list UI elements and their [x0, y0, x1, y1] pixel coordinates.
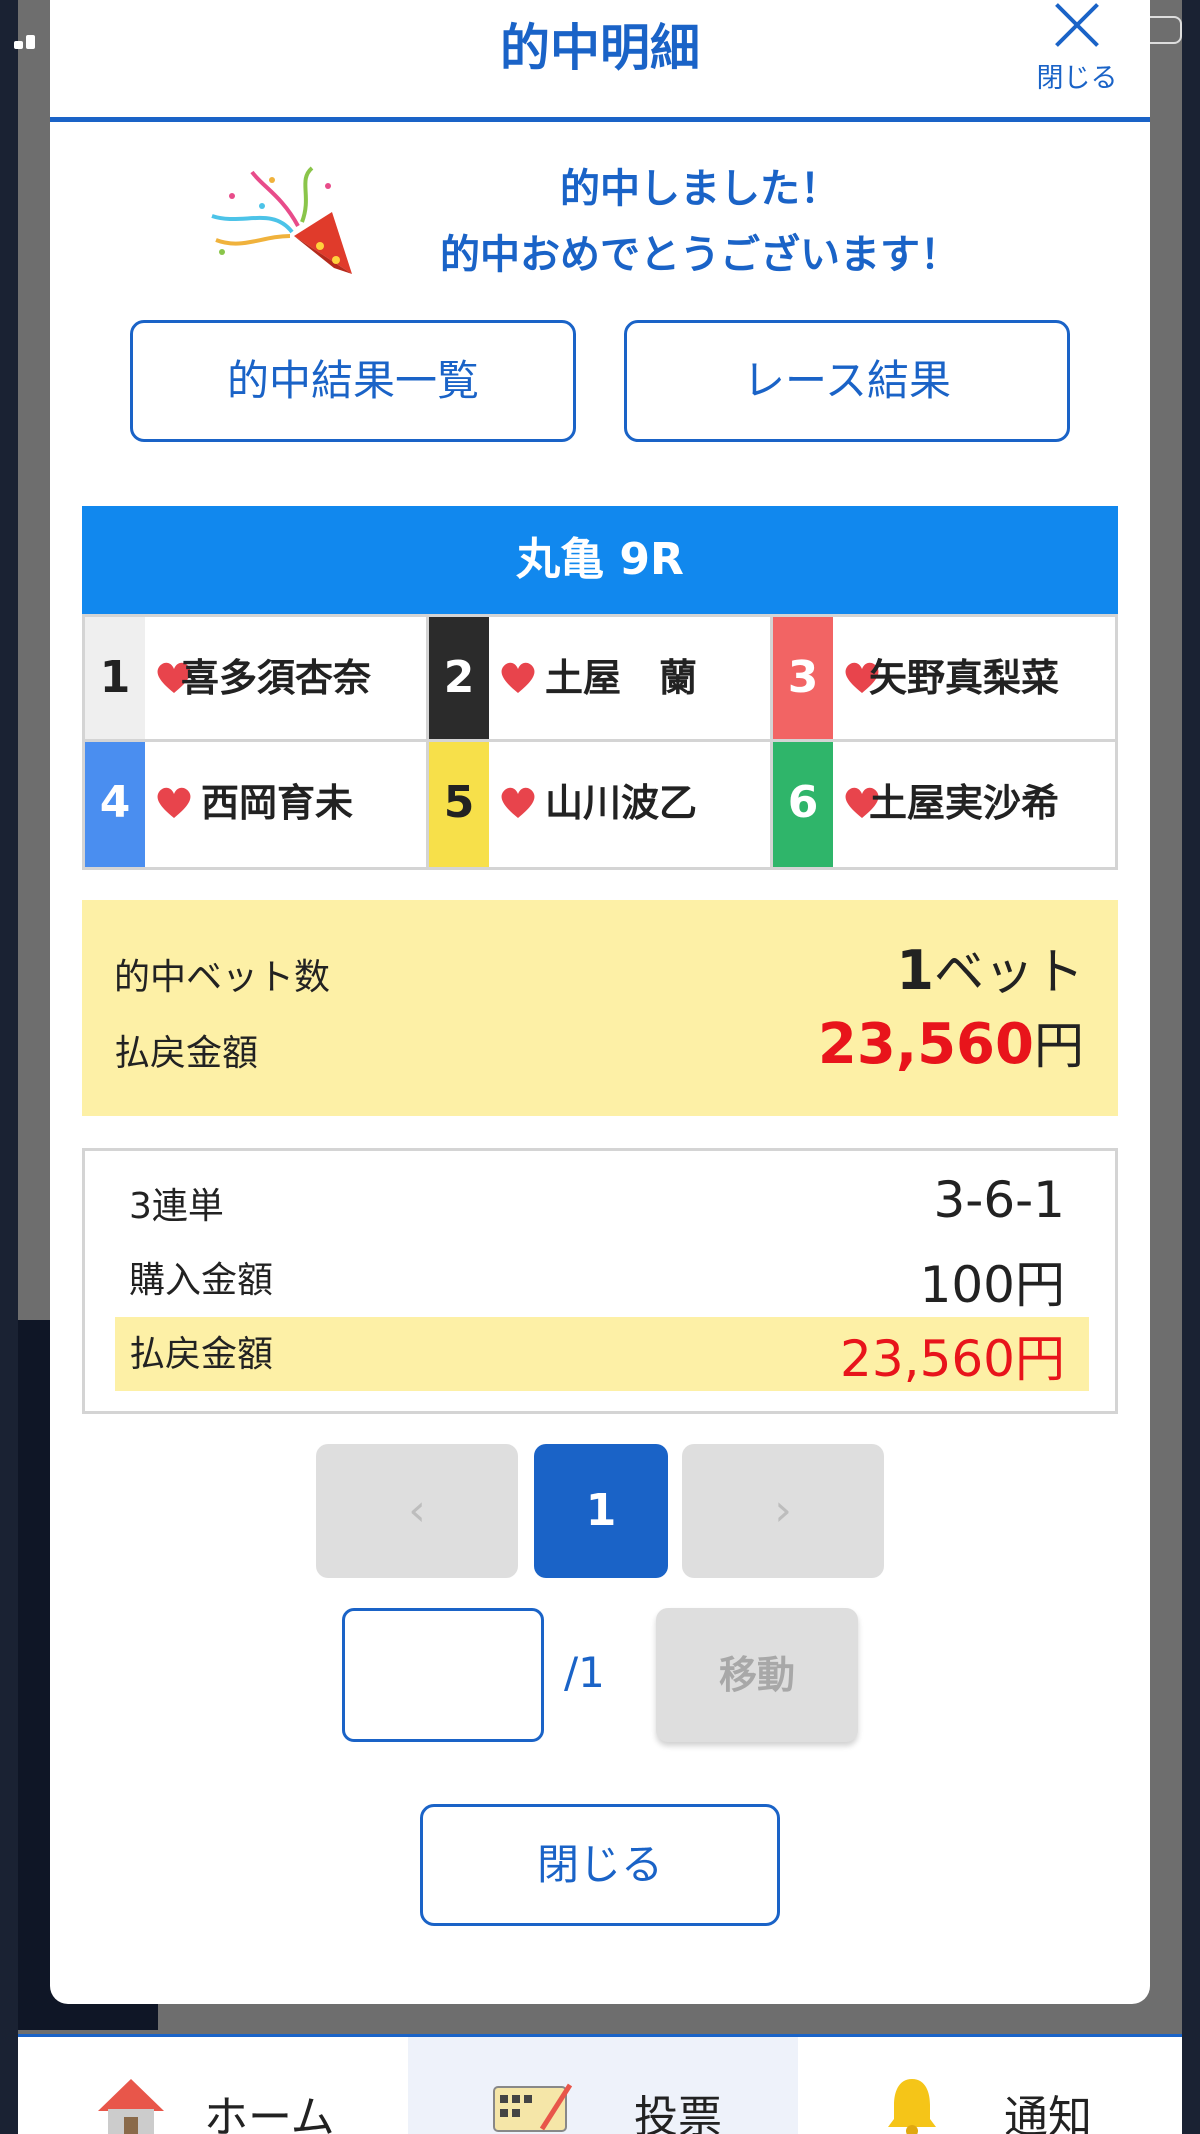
racer-4: 4 西岡育未: [85, 742, 429, 867]
purchase-label: 購入金額: [129, 1260, 274, 1301]
page-number-input[interactable]: [342, 1608, 544, 1742]
racer-number: 4: [85, 742, 145, 867]
hit-summary: 的中ベット数 1ベット 払戻金額 23,560円: [82, 900, 1118, 1116]
close-icon: [1052, 0, 1102, 50]
close-bottom-button[interactable]: 閉じる: [420, 1804, 780, 1926]
racer-number: 5: [429, 742, 489, 867]
close-button[interactable]: 閉じる: [1034, 0, 1120, 100]
bet-type-value: 3-6-1: [933, 1171, 1065, 1229]
ticket-icon: [493, 2083, 572, 2132]
bet-type-label: 3連単: [129, 1186, 224, 1227]
purchase-value: 100円: [919, 1256, 1065, 1314]
detail-payout-value: 23,560円: [840, 1330, 1065, 1388]
racer-name: 喜多須杏奈: [181, 656, 372, 700]
close-label: 閉じる: [1036, 63, 1118, 94]
heart-icon[interactable]: [499, 659, 537, 697]
racer-5: 5 山川波乙: [429, 742, 773, 867]
racer-number: 6: [773, 742, 833, 867]
party-popper-icon: [211, 166, 352, 274]
payout-unit: 円: [1034, 1017, 1084, 1075]
modal-title: 的中明細: [500, 19, 700, 77]
bet-count-value: 1: [896, 939, 934, 1002]
congrats-banner: 的中しました！ 的中おめでとうございます！: [150, 150, 1050, 290]
racer-number: 2: [429, 617, 489, 739]
modal-header: 的中明細 閉じる: [50, 0, 1150, 122]
signal-icon: [14, 30, 42, 49]
heart-icon[interactable]: [155, 784, 193, 822]
racer-6: 6 土屋実沙希: [773, 742, 1115, 867]
page-total: /1: [564, 1648, 605, 1697]
bet-count: 1ベット: [896, 932, 1084, 1004]
hit-result-list-button[interactable]: 的中結果一覧: [130, 320, 576, 442]
home-icon: [98, 2079, 164, 2134]
bet-detail: 3連単 3-6-1 購入金額 100円 払戻金額 23,560円: [82, 1148, 1118, 1414]
nav-vote[interactable]: 投票: [408, 2037, 798, 2134]
bottom-nav: ホーム 投票 通知: [18, 2034, 1182, 2134]
heart-icon[interactable]: [499, 784, 537, 822]
race-header: 丸亀 9R: [82, 506, 1118, 614]
racer-name: 土屋 蘭: [545, 656, 698, 700]
hit-detail-modal: 的中明細 閉じる 的中しました！ 的中おめでとうございます！ 的中結果一覧 レー…: [50, 0, 1150, 2004]
racer-3: 3 矢野真梨菜: [773, 617, 1115, 742]
racer-name: 矢野真梨菜: [869, 656, 1060, 700]
move-button[interactable]: 移動: [656, 1608, 858, 1742]
detail-payout-label: 払戻金額: [129, 1334, 274, 1375]
bet-count-label: 的中ベット数: [114, 957, 331, 998]
congrats-message: 的中しました！ 的中おめでとうございます！: [380, 156, 1020, 288]
payout-value: 23,560: [817, 1012, 1034, 1077]
racer-grid: 1 喜多須杏奈 2 土屋 蘭 3 矢野真梨菜 4 西岡育未 5 山川波乙 6 土屋実沙希: [82, 614, 1118, 870]
racer-name: 西岡育未: [201, 781, 354, 825]
page-1-button[interactable]: 1: [534, 1444, 668, 1578]
racer-number: 1: [85, 617, 145, 739]
bet-count-unit: ベット: [934, 943, 1084, 1001]
congrats-line-2: 的中おめでとうございます！: [440, 232, 960, 278]
racer-name: 土屋実沙希: [869, 781, 1060, 825]
congrats-line-1: 的中しました！: [560, 166, 840, 212]
nav-notify[interactable]: 通知: [798, 2037, 1182, 2134]
payout-total: 23,560円: [818, 1006, 1084, 1078]
prev-page-button[interactable]: ‹: [316, 1444, 518, 1578]
next-page-button[interactable]: ›: [682, 1444, 884, 1578]
nav-home-label: ホーム: [204, 2092, 335, 2134]
payout-label: 払戻金額: [114, 1033, 259, 1074]
racer-number: 3: [773, 617, 833, 739]
nav-vote-label: 投票: [634, 2092, 722, 2134]
nav-home[interactable]: ホーム: [18, 2037, 408, 2134]
bell-icon: [888, 2079, 936, 2134]
racer-name: 山川波乙: [545, 781, 698, 825]
racer-2: 2 土屋 蘭: [429, 617, 773, 742]
nav-notify-label: 通知: [1004, 2092, 1092, 2134]
race-result-button[interactable]: レース結果: [624, 320, 1070, 442]
racer-1: 1 喜多須杏奈: [85, 617, 429, 742]
